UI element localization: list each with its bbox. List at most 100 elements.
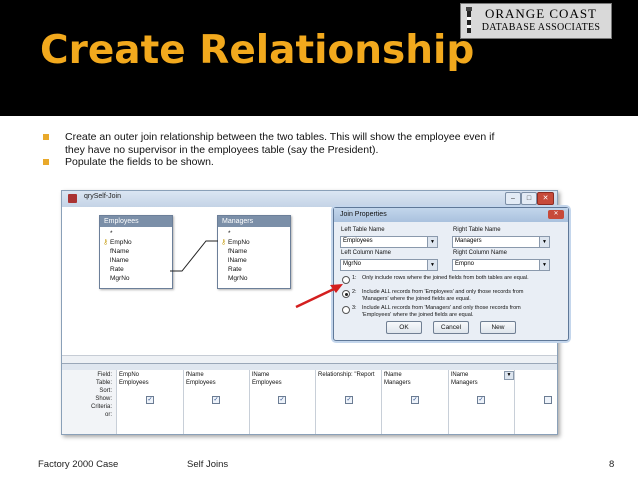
grid-field-cell[interactable]: fName [186,372,204,378]
dialog-title: Join Properties [340,211,387,218]
page-number: 8 [609,459,615,470]
company-logo: ORANGE COAST DATABASE ASSOCIATES [460,3,612,39]
show-checkbox[interactable]: ✓ [146,396,154,404]
left-column-select[interactable]: MgrNo ▼ [340,259,438,271]
table-field[interactable]: MgrNo [110,275,130,282]
table-field[interactable]: EmpNo [110,239,132,246]
bullet-text: Populate the fields to be shown. [65,156,214,168]
key-icon: ⚷ [103,239,109,246]
logo-line-1: ORANGE COAST [484,6,598,21]
grid-column-divider [116,370,117,434]
key-icon: ⚷ [221,239,227,246]
join-properties-dialog: Join Properties ✕ Left Table Name Right … [333,207,569,341]
grid-label: Table: [95,380,112,386]
grid-table-cell[interactable]: Managers [451,380,478,386]
grid-label: Show: [95,396,112,402]
managers-table[interactable]: Managers * ⚷ EmpNo fName lName Rate MgrN… [217,215,291,289]
join-option-number: 1: [352,275,357,281]
show-checkbox[interactable]: ✓ [212,396,220,404]
maximize-button[interactable]: □ [521,192,537,205]
footer-left: Factory 2000 Case [38,459,119,470]
grid-table-cell[interactable]: Employees [186,380,216,386]
bullet-marker-icon [43,134,49,140]
employees-table[interactable]: Employees * ⚷ EmpNo fName lName Rate Mgr… [99,215,173,289]
left-column-label: Left Column Name [341,250,392,256]
grid-label: or: [104,412,112,418]
bullet-text: Create an outer join relationship betwee… [65,131,495,143]
grid-field-cell[interactable]: lName [451,372,468,378]
table-field[interactable]: fName [228,248,247,255]
chevron-down-icon[interactable]: ▼ [539,260,549,270]
dialog-titlebar[interactable]: Join Properties ✕ [334,208,568,222]
join-line[interactable] [170,227,220,277]
table-field[interactable]: Rate [228,266,242,273]
grid-column-divider [183,370,184,434]
select-value: Empno [455,261,475,267]
table-field[interactable]: fName [110,248,129,255]
lighthouse-icon [466,7,472,33]
grid-column-divider [249,370,250,434]
chevron-down-icon[interactable]: ▼ [539,237,549,247]
dialog-close-button[interactable]: ✕ [548,210,564,219]
grid-field-cell[interactable]: lName [252,372,269,378]
show-checkbox[interactable]: ✓ [345,396,353,404]
query-icon [68,194,77,203]
table-header[interactable]: Managers [218,216,290,227]
select-value: MgrNo [343,261,362,267]
show-checkbox[interactable]: ✓ [411,396,419,404]
show-checkbox[interactable]: ✓ [477,396,485,404]
select-value: Employees [343,238,373,244]
table-field[interactable]: * [110,230,113,237]
table-field[interactable]: Rate [110,266,124,273]
grid-label: Field: [97,372,112,378]
join-option-text[interactable]: 'Managers' where the joined fields are e… [362,296,471,303]
join-option-text[interactable]: Only include rows where the joined field… [362,275,529,282]
grid-table-cell[interactable]: Employees [252,380,282,386]
cancel-button[interactable]: Cancel [433,321,469,334]
left-table-select[interactable]: Employees ▼ [340,236,438,248]
new-button[interactable]: New [480,321,516,334]
join-option-number: 2: [352,289,357,295]
table-field[interactable]: lName [110,257,129,264]
join-option-text[interactable]: Include ALL records from 'Employees' and… [362,289,523,296]
slide-title: Create Relationship [40,28,475,73]
close-button[interactable]: ✕ [537,192,554,205]
left-table-label: Left Table Name [341,227,385,233]
select-value: Managers [455,238,482,244]
bullet-marker-icon [43,159,49,165]
join-option-number: 3: [352,305,357,311]
right-column-select[interactable]: Empno ▼ [452,259,550,271]
chevron-down-icon[interactable]: ▼ [427,260,437,270]
window-title: qrySelf-Join [84,193,121,200]
show-checkbox[interactable]: ✓ [278,396,286,404]
grid-table-cell[interactable]: Employees [119,380,149,386]
red-arrow-icon [295,284,343,309]
grid-column-divider [315,370,316,434]
table-header[interactable]: Employees [100,216,172,227]
window-titlebar[interactable]: qrySelf-Join – □ ✕ [62,191,557,207]
grid-label: Criteria: [90,404,112,410]
chevron-down-icon[interactable]: ▼ [504,371,514,380]
table-field[interactable]: MgrNo [228,275,248,282]
grid-label: Sort: [99,388,112,394]
join-option-text[interactable]: 'Employees' where the joined fields are … [362,312,474,319]
right-table-label: Right Table Name [453,227,501,233]
logo-line-2: DATABASE ASSOCIATES [481,22,601,33]
right-table-select[interactable]: Managers ▼ [452,236,550,248]
show-checkbox[interactable] [544,396,552,404]
grid-table-cell[interactable]: Managers [384,380,411,386]
footer-center: Self Joins [187,459,229,470]
join-option-text[interactable]: Include ALL records from 'Managers' and … [362,305,521,312]
grid-field-cell[interactable]: EmpNo [119,372,139,378]
table-field[interactable]: lName [228,257,247,264]
minimize-button[interactable]: – [505,192,521,205]
grid-field-cell[interactable]: Relationship: "Report [318,372,375,378]
grid-column-divider [514,370,515,434]
ok-button[interactable]: OK [386,321,422,334]
table-field[interactable]: * [228,230,231,237]
grid-field-cell[interactable]: fName [384,372,402,378]
chevron-down-icon[interactable]: ▼ [427,237,437,247]
right-column-label: Right Column Name [453,250,508,256]
table-field[interactable]: EmpNo [228,239,250,246]
query-grid: Field: Table: Sort: Show: Criteria: or: … [62,370,557,434]
